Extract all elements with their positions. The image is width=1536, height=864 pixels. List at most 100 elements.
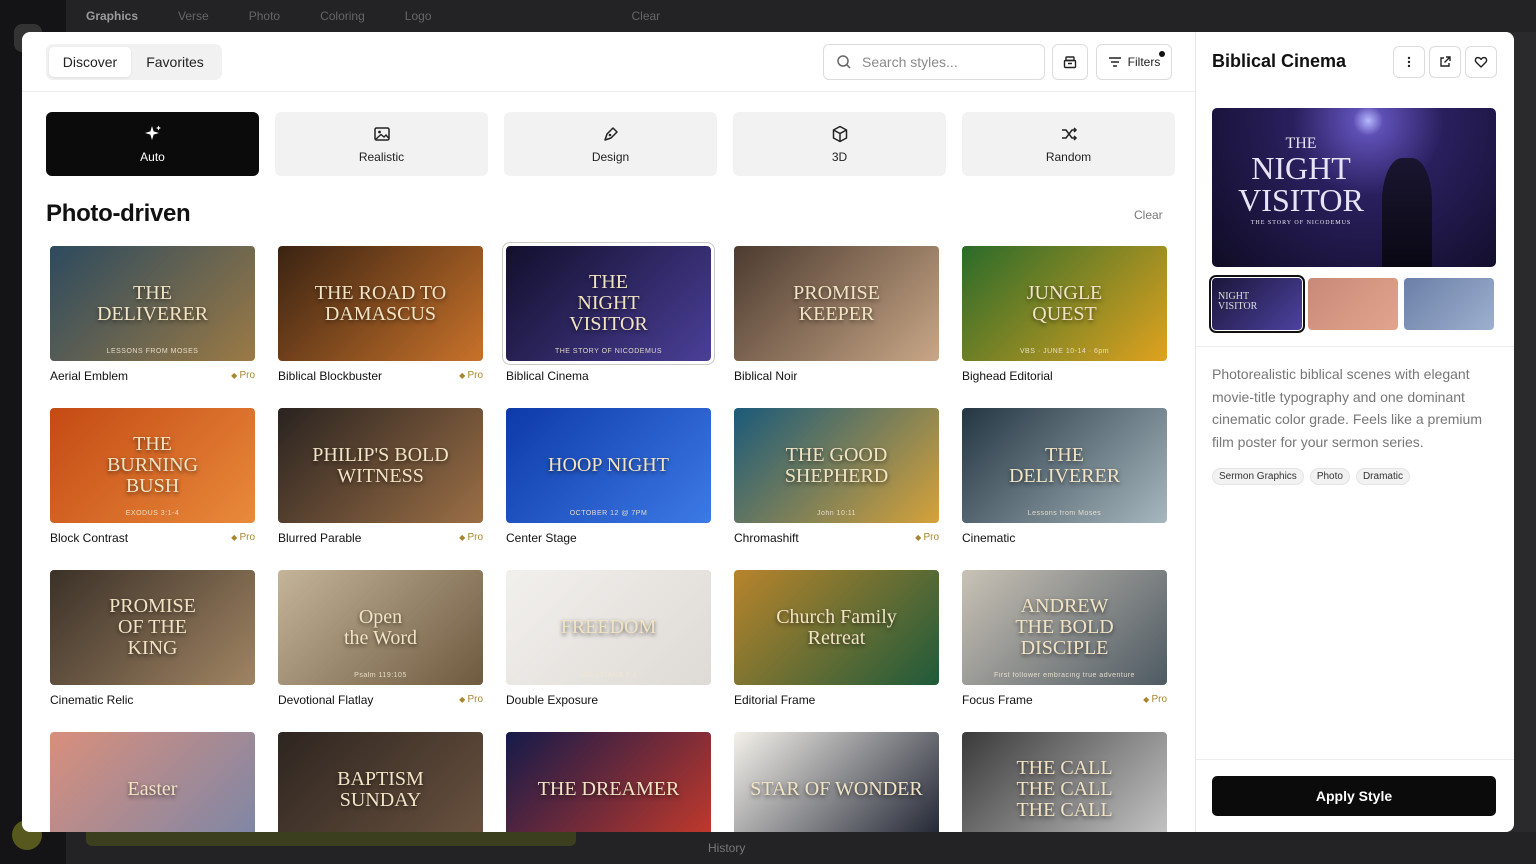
- cube-icon: [832, 125, 847, 143]
- thumbnail-title: THE GOOD SHEPHERD: [784, 443, 889, 487]
- thumbnail-title: BAPTISM SUNDAY: [337, 767, 424, 811]
- style-card[interactable]: PROMISE OF THE KING Cinematic Relic: [50, 570, 255, 707]
- style-description: Photorealistic biblical scenes with eleg…: [1212, 366, 1482, 450]
- favorite-button[interactable]: [1465, 46, 1497, 78]
- thumbnail-subtitle: GALATIANS 5:1: [580, 672, 637, 679]
- filters-button[interactable]: Filters: [1096, 44, 1172, 80]
- pro-label: Pro: [239, 370, 255, 381]
- tab-discover[interactable]: Discover: [49, 47, 131, 77]
- style-card[interactable]: THE DREAMERLESSONS FROM JOSEPH: [506, 732, 711, 832]
- pro-label: Pro: [1151, 694, 1167, 705]
- mode-random[interactable]: Random: [962, 112, 1175, 176]
- filters-label: Filters: [1127, 55, 1161, 69]
- style-thumbnail: STAR OF WONDERMATTHEW 2:2: [734, 732, 939, 832]
- thumbnail-title: THE ROAD TO DAMASCUS: [314, 281, 447, 325]
- thumbnail-title: PROMISE KEEPER: [793, 281, 880, 325]
- thumbnail-title: THE BURNING BUSH: [106, 433, 199, 497]
- style-card[interactable]: THE NIGHT VISITOR THE STORY OF NICODEMUS B…: [503, 243, 714, 383]
- style-card[interactable]: THE GOOD SHEPHERD John 10:11 Chromashift ◆ …: [734, 408, 939, 545]
- mode-design[interactable]: Design: [504, 112, 717, 176]
- more-button[interactable]: [1393, 46, 1425, 78]
- filters-active-dot: [1159, 51, 1165, 57]
- background-footer: History: [66, 832, 1536, 864]
- archive-icon: [1063, 56, 1077, 69]
- open-external-button[interactable]: [1429, 46, 1461, 78]
- style-card[interactable]: HOOP NIGHT OCTOBER 12 @ 7PM Center Stage: [506, 408, 711, 545]
- pro-badge: ◆ Pro: [459, 694, 483, 705]
- pro-label: Pro: [923, 532, 939, 543]
- style-thumbnail: THE GOOD SHEPHERD John 10:11: [734, 408, 939, 523]
- pen-icon: [603, 127, 618, 141]
- thumbnail-subtitle: THE STORY OF NICODEMUS: [554, 348, 663, 355]
- saved-button[interactable]: [1052, 44, 1088, 80]
- style-tag: Dramatic: [1355, 468, 1410, 485]
- thumbnail-title: STAR OF WONDER: [750, 778, 923, 800]
- thumbnail-title: HOOP NIGHT: [548, 454, 669, 476]
- preview-thumbnail[interactable]: NIGHT VISITOR: [1209, 275, 1305, 333]
- external-link-icon: [1440, 56, 1451, 67]
- style-card[interactable]: PROMISE KEEPER Biblical Noir: [734, 246, 939, 383]
- style-card[interactable]: BAPTISM SUNDAYTHIS SUNDAY: [278, 732, 483, 832]
- mode-random-label: Random: [1045, 150, 1092, 164]
- search-box: [823, 44, 1045, 80]
- filter-icon: [1108, 57, 1121, 67]
- background-tabs: Graphics Verse Photo Coloring Logo Clear: [66, 0, 1536, 32]
- style-card[interactable]: PHILIP'S BOLD WITNESS Blurred Parable ◆ Pr…: [278, 408, 483, 545]
- mode-auto[interactable]: Auto: [46, 112, 259, 176]
- background-tab-logo: Logo: [404, 9, 432, 23]
- thumbnail-subtitle: EXODUS 3:1-4: [125, 510, 180, 517]
- image-icon: [373, 127, 390, 141]
- search-icon: [837, 55, 851, 69]
- preview-thumbnail-text: NIGHT VISITOR: [1218, 291, 1258, 312]
- thumbnail-title: JUNGLE QUEST: [1026, 281, 1103, 325]
- clear-button[interactable]: Clear: [1134, 208, 1163, 222]
- style-card[interactable]: Open the Word Psalm 119:105 Devotional Fla…: [278, 570, 483, 707]
- style-card[interactable]: JUNGLE QUEST VBS · JUNE 10-14 · 6pm Bighea…: [962, 246, 1167, 383]
- style-thumbnail: THE CALL THE CALL THE CALL: [962, 732, 1167, 832]
- style-thumbnail: PROMISE OF THE KING: [50, 570, 255, 685]
- search-input[interactable]: [862, 54, 1032, 70]
- style-card[interactable]: THE DELIVERER Lessons from Moses Cinematic: [962, 408, 1167, 545]
- style-thumbnail: PHILIP'S BOLD WITNESS: [278, 408, 483, 523]
- preview-figure: [1382, 158, 1432, 267]
- style-card[interactable]: FREEDOM GALATIANS 5:1 Double Exposure: [506, 570, 711, 707]
- style-thumbnail: PROMISE KEEPER: [734, 246, 939, 361]
- style-card[interactable]: THE CALL THE CALL THE CALL: [962, 732, 1167, 832]
- mode-3d[interactable]: 3D: [733, 112, 946, 176]
- history-label: History: [708, 841, 746, 855]
- preview-thumbnail[interactable]: [1308, 278, 1398, 330]
- mode-realistic[interactable]: Realistic: [275, 112, 488, 176]
- style-thumbnail: Open the Word Psalm 119:105: [278, 570, 483, 685]
- shuffle-icon: [1061, 127, 1077, 141]
- panel-footer-divider: [1196, 759, 1514, 760]
- style-card[interactable]: THE ROAD TO DAMASCUS Biblical Blockbuster…: [278, 246, 483, 383]
- mode-selector: Auto Realistic Design 3D Random: [46, 112, 1175, 176]
- pro-label: Pro: [467, 370, 483, 381]
- preview-image: THE NIGHT VISITOR THE STORY OF NICODEMUS: [1212, 108, 1496, 267]
- style-card[interactable]: THE DELIVERER LESSONS FROM MOSES Aerial Em…: [50, 246, 255, 383]
- style-label: Aerial Emblem: [50, 369, 129, 383]
- style-thumbnail: Church Family Retreat: [734, 570, 939, 685]
- style-label: Biblical Cinema: [506, 369, 589, 383]
- thumbnail-title: Open the Word: [343, 605, 417, 649]
- style-browser: Discover Favorites Filters Auto: [22, 32, 1196, 832]
- thumbnail-subtitle: OCTOBER 12 @ 7PM: [569, 510, 648, 517]
- preview-thumbnail[interactable]: [1404, 278, 1494, 330]
- style-card[interactable]: EasterSUNRISE SERVICE: [50, 732, 255, 832]
- preview-title-line2: NIGHT: [1251, 150, 1351, 186]
- style-card[interactable]: ANDREW THE BOLD DISCIPLE First follower e…: [962, 570, 1167, 707]
- style-card[interactable]: THE BURNING BUSH EXODUS 3:1-4 Block Contra…: [50, 408, 255, 545]
- style-card[interactable]: Church Family Retreat Editorial Frame: [734, 570, 939, 707]
- style-thumbnail: FREEDOM GALATIANS 5:1: [506, 570, 711, 685]
- style-card[interactable]: STAR OF WONDERMATTHEW 2:2: [734, 732, 939, 832]
- style-thumbnail: THE DREAMERLESSONS FROM JOSEPH: [506, 732, 711, 832]
- thumbnail-title: THE DREAMER: [537, 778, 680, 800]
- panel-divider: [1196, 346, 1514, 347]
- apply-style-button[interactable]: Apply Style: [1212, 776, 1496, 816]
- style-detail-panel: Biblical Cinema THE NIGHT VISITOR THE ST…: [1196, 32, 1514, 832]
- background-tab-graphics: Graphics: [86, 9, 139, 23]
- style-thumbnail: THE DELIVERER Lessons from Moses: [962, 408, 1167, 523]
- tab-favorites[interactable]: Favorites: [135, 47, 215, 77]
- style-label: Block Contrast: [50, 531, 129, 545]
- heart-icon: [1474, 56, 1488, 68]
